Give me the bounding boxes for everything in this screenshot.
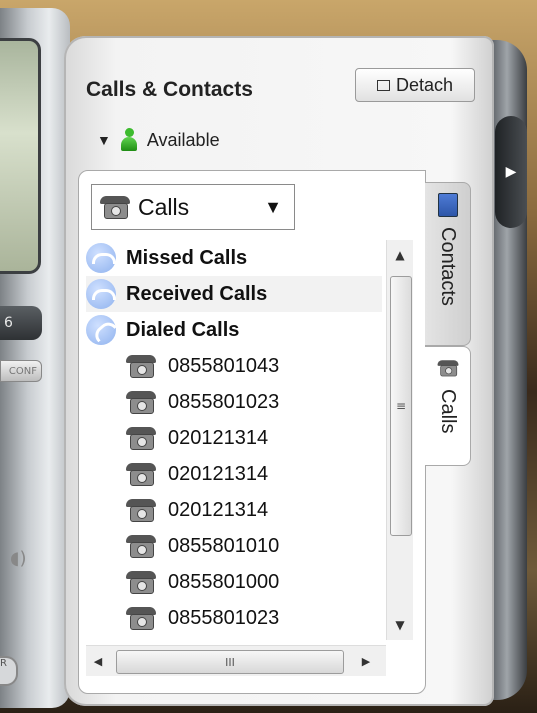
phone-icon — [126, 463, 156, 486]
scroll-thumb[interactable]: ≡ — [390, 276, 412, 536]
scroll-left-arrow[interactable]: ◀ — [86, 646, 110, 676]
group-missed-calls[interactable]: Missed Calls — [86, 240, 382, 276]
conf-button[interactable]: CONF — [0, 360, 42, 382]
received-call-icon — [86, 279, 116, 309]
group-label: Dialed Calls — [126, 318, 240, 341]
collapse-panel-button[interactable]: ▶ — [495, 116, 527, 228]
phone-number: 0855801043 — [168, 354, 280, 377]
calls-tree: Missed Calls Received Calls Dialed Calls… — [86, 240, 382, 636]
scroll-down-arrow[interactable]: ▼ — [387, 610, 413, 640]
phone-icon — [100, 196, 130, 219]
phone-number: 0855801010 — [168, 534, 280, 557]
phone-number: 020121314 — [168, 462, 269, 485]
vertical-scrollbar[interactable]: ▲ ≡ ▼ — [386, 240, 413, 640]
phone-body: 6 CONF ◖) R — [0, 8, 70, 708]
dialed-call-icon — [86, 315, 116, 345]
list-item[interactable]: 0855801010 — [86, 528, 382, 564]
tab-contacts[interactable]: Contacts — [425, 182, 471, 346]
list-item[interactable]: 0855801043 — [86, 348, 382, 384]
phone-icon — [126, 607, 156, 630]
r-label: R — [0, 658, 7, 669]
list-item[interactable]: 0855801000 — [86, 564, 382, 600]
presence-dropdown-icon[interactable]: ▼ — [97, 132, 111, 148]
presence-status: Available — [146, 129, 220, 150]
phone-icon — [126, 427, 156, 450]
chevron-down-icon[interactable]: ▼ — [264, 197, 282, 218]
phone-icon — [126, 355, 156, 378]
phone-icon — [126, 535, 156, 558]
phone-icon — [437, 360, 458, 377]
hscroll-thumb[interactable]: III — [116, 650, 344, 674]
panel-title: Calls & Contacts — [86, 78, 253, 101]
phone-number: 020121314 — [168, 498, 269, 521]
phone-number: 0855801023 — [168, 606, 280, 629]
group-label: Received Calls — [126, 282, 268, 305]
r-button[interactable]: R — [0, 656, 18, 686]
phone-icon — [126, 391, 156, 414]
phone-key-label: 6 — [4, 315, 13, 331]
list-item[interactable]: 0855801023 — [86, 600, 382, 636]
phone-number: 020121314 — [168, 426, 269, 449]
phone-screen — [0, 38, 41, 274]
missed-call-icon — [86, 243, 116, 273]
view-filter-dropdown[interactable]: Calls ▼ — [91, 184, 295, 230]
phone-number: 0855801023 — [168, 390, 280, 413]
horizontal-scrollbar[interactable]: ◀ III ▶ — [86, 645, 386, 676]
group-dialed-calls[interactable]: Dialed Calls — [86, 312, 382, 348]
contacts-book-icon — [437, 193, 458, 217]
presence-selector[interactable]: ▼ Available — [97, 128, 220, 152]
tab-calls-label: Calls — [437, 389, 459, 434]
phone-icon — [126, 499, 156, 522]
phone-icon — [126, 571, 156, 594]
phone-key-6[interactable]: 6 — [0, 306, 42, 340]
group-received-calls[interactable]: Received Calls — [86, 276, 382, 312]
list-item[interactable]: 020121314 — [86, 456, 382, 492]
detach-button[interactable]: Detach — [355, 68, 475, 102]
list-item[interactable]: 0855801023 — [86, 384, 382, 420]
tab-contacts-label: Contacts — [437, 227, 459, 306]
presence-available-icon — [120, 128, 137, 152]
phone-number: 0855801000 — [168, 570, 280, 593]
speaker-icon[interactable]: ◖) — [10, 548, 27, 569]
scroll-up-arrow[interactable]: ▲ — [387, 240, 413, 270]
scroll-right-arrow[interactable]: ▶ — [354, 646, 378, 676]
list-item[interactable]: 020121314 — [86, 420, 382, 456]
detach-icon — [376, 79, 390, 91]
detach-label: Detach — [395, 74, 454, 95]
view-filter-value: Calls — [138, 193, 190, 220]
group-label: Missed Calls — [126, 246, 248, 269]
tab-calls[interactable]: Calls — [425, 346, 471, 466]
conf-label: CONF — [8, 365, 37, 377]
list-item[interactable]: 020121314 — [86, 492, 382, 528]
